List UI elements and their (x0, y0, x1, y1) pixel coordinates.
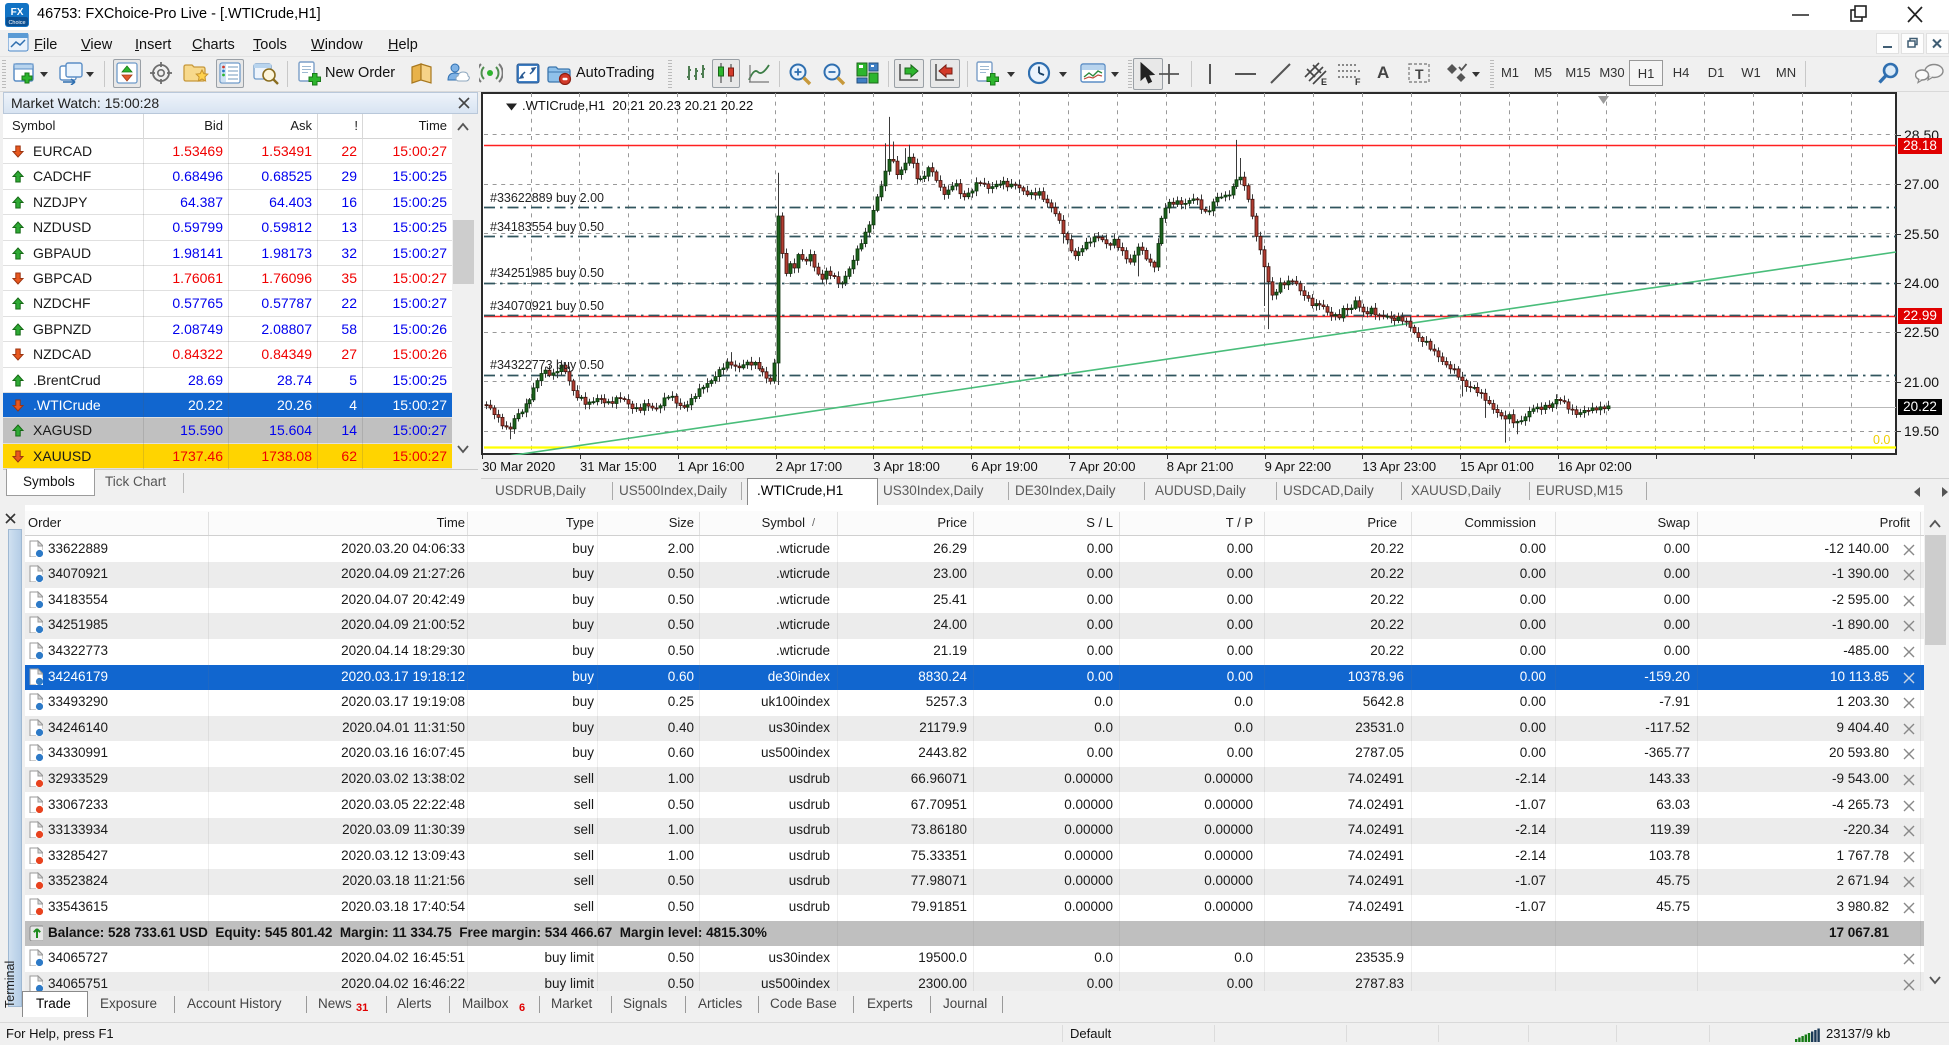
svg-text:FX: FX (11, 7, 24, 18)
svg-text:E: E (1321, 77, 1327, 86)
svg-text:Choice: Choice (8, 20, 25, 26)
svg-text:T: T (1415, 66, 1424, 82)
svg-text:F: F (1355, 77, 1361, 86)
